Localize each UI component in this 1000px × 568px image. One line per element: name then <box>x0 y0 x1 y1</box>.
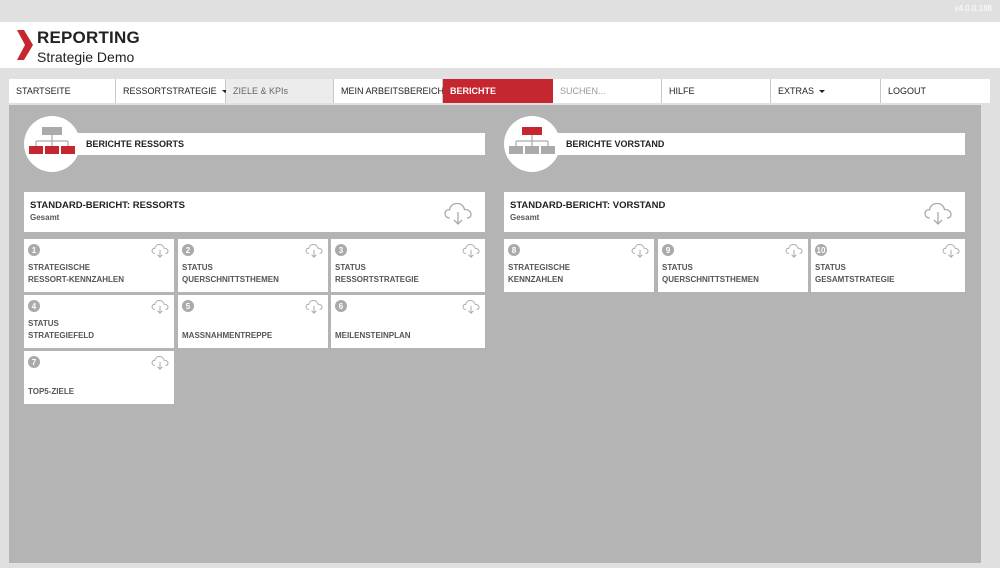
cloud-download-icon[interactable] <box>304 243 324 259</box>
cloud-download-icon[interactable] <box>923 201 953 227</box>
report-tile-3[interactable]: 3 STATUS RESSORTSTRATEGIE <box>331 239 485 292</box>
tile-number-badge: 9 <box>662 244 674 256</box>
nav-extras-label: EXTRAS <box>778 86 815 96</box>
tile-number-badge: 6 <box>335 300 347 312</box>
tile-label: STRATEGISCHE RESSORT-KENNZAHLEN <box>28 263 125 284</box>
nav-berichte[interactable]: BERICHTE <box>443 79 553 103</box>
cloud-download-icon[interactable] <box>784 243 804 259</box>
tile-number-badge: 8 <box>508 244 520 256</box>
tile-label: STATUS QUERSCHNITTSTHEMEN <box>182 263 279 284</box>
report-tile-9[interactable]: 9 STATUS QUERSCHNITTSTHEMEN <box>658 239 808 292</box>
org-chart-icon <box>509 127 555 154</box>
tile-label: STATUS RESSORTSTRATEGIE <box>335 263 419 284</box>
cloud-download-icon[interactable] <box>443 201 473 227</box>
tile-number-badge: 2 <box>182 244 194 256</box>
section-header-ressorts: BERICHTE RESSORTS <box>64 133 485 155</box>
tile-label: TOP5-ZIELE <box>28 387 75 396</box>
section-icon-vorstand <box>504 116 560 172</box>
cloud-download-icon[interactable] <box>150 243 170 259</box>
standard-report-subtitle: Gesamt <box>30 213 60 222</box>
tile-label: MEILENSTEINPLAN <box>335 331 411 340</box>
standard-report-ressorts[interactable]: STANDARD-BERICHT: RESSORTS Gesamt <box>24 192 485 232</box>
tile-number-badge: 10 <box>815 244 827 256</box>
tile-number-badge: 5 <box>182 300 194 312</box>
app-header: REPORTING Strategie Demo <box>0 22 1000 68</box>
nav-berichte-label: BERICHTE <box>450 86 497 96</box>
nav-ziele-label: ZIELE & KPIs <box>233 86 289 96</box>
nav-ziele-kpis[interactable]: ZIELE & KPIs <box>226 79 334 103</box>
tile-label: STATUS GESAMTSTRATEGIE <box>815 263 895 284</box>
app-subtitle: Strategie Demo <box>37 49 135 65</box>
report-tile-7[interactable]: 7 TOP5-ZIELE <box>24 351 174 404</box>
report-tile-1[interactable]: 1 STRATEGISCHE RESSORT-KENNZAHLEN <box>24 239 174 292</box>
logo-chevron-icon <box>17 30 33 60</box>
cloud-download-icon[interactable] <box>150 299 170 315</box>
section-icon-ressorts <box>24 116 80 172</box>
cloud-download-icon[interactable] <box>941 243 961 259</box>
standard-report-subtitle: Gesamt <box>510 213 540 222</box>
tile-number-badge: 4 <box>28 300 40 312</box>
section-header-vorstand: BERICHTE VORSTAND <box>544 133 965 155</box>
nav-ressortstrategie[interactable]: RESSORTSTRATEGIE <box>116 79 228 103</box>
nav-mein-arbeitsbereich[interactable]: MEIN ARBEITSBEREICH <box>334 79 445 103</box>
nav-extras[interactable]: EXTRAS <box>771 79 881 103</box>
standard-report-vorstand[interactable]: STANDARD-BERICHT: VORSTAND Gesamt <box>504 192 965 232</box>
nav-startseite[interactable]: STARTSEITE <box>9 79 116 103</box>
nav-logout-label: LOGOUT <box>888 86 927 96</box>
tile-label: STATUS QUERSCHNITTSTHEMEN <box>662 263 759 284</box>
tile-number-badge: 1 <box>28 244 40 256</box>
version-label: v4.0.0.188 <box>954 4 992 13</box>
nav-ressortstrategie-label: RESSORTSTRATEGIE <box>123 86 217 96</box>
cloud-download-icon[interactable] <box>630 243 650 259</box>
tile-label: MASSNAHMENTREPPE <box>182 331 273 340</box>
nav-startseite-label: STARTSEITE <box>16 86 71 96</box>
search-input[interactable]: SUCHEN... <box>553 79 662 103</box>
caret-down-icon <box>819 89 826 93</box>
report-tile-5[interactable]: 5 MASSNAHMENTREPPE <box>178 295 328 348</box>
main-nav: STARTSEITE RESSORTSTRATEGIE ZIELE & KPIs… <box>9 79 990 103</box>
cloud-download-icon[interactable] <box>461 299 481 315</box>
report-tile-8[interactable]: 8 STRATEGISCHE KENNZAHLEN <box>504 239 654 292</box>
report-tile-4[interactable]: 4 STATUS STRATEGIEFELD <box>24 295 174 348</box>
nav-hilfe-label: HILFE <box>669 86 695 96</box>
nav-logout[interactable]: LOGOUT <box>881 79 990 103</box>
tile-number-badge: 7 <box>28 356 40 368</box>
cloud-download-icon[interactable] <box>461 243 481 259</box>
app-title: REPORTING <box>37 28 140 47</box>
tile-label: STATUS STRATEGIEFELD <box>28 319 95 340</box>
report-tile-10[interactable]: 10 STATUS GESAMTSTRATEGIE <box>811 239 965 292</box>
tile-label: STRATEGISCHE KENNZAHLEN <box>508 263 571 284</box>
reports-content: BERICHTE RESSORTS STANDARD-BERICHT: RESS… <box>9 105 981 563</box>
cloud-download-icon[interactable] <box>304 299 324 315</box>
tile-number-badge: 3 <box>335 244 347 256</box>
report-tile-2[interactable]: 2 STATUS QUERSCHNITTSTHEMEN <box>178 239 328 292</box>
report-tile-6[interactable]: 6 MEILENSTEINPLAN <box>331 295 485 348</box>
nav-hilfe[interactable]: HILFE <box>662 79 771 103</box>
cloud-download-icon[interactable] <box>150 355 170 371</box>
standard-report-title: STANDARD-BERICHT: VORSTAND <box>510 200 666 211</box>
nav-arbeitsbereich-label: MEIN ARBEITSBEREICH <box>341 86 445 96</box>
org-chart-icon <box>29 127 75 154</box>
standard-report-title: STANDARD-BERICHT: RESSORTS <box>30 200 185 211</box>
